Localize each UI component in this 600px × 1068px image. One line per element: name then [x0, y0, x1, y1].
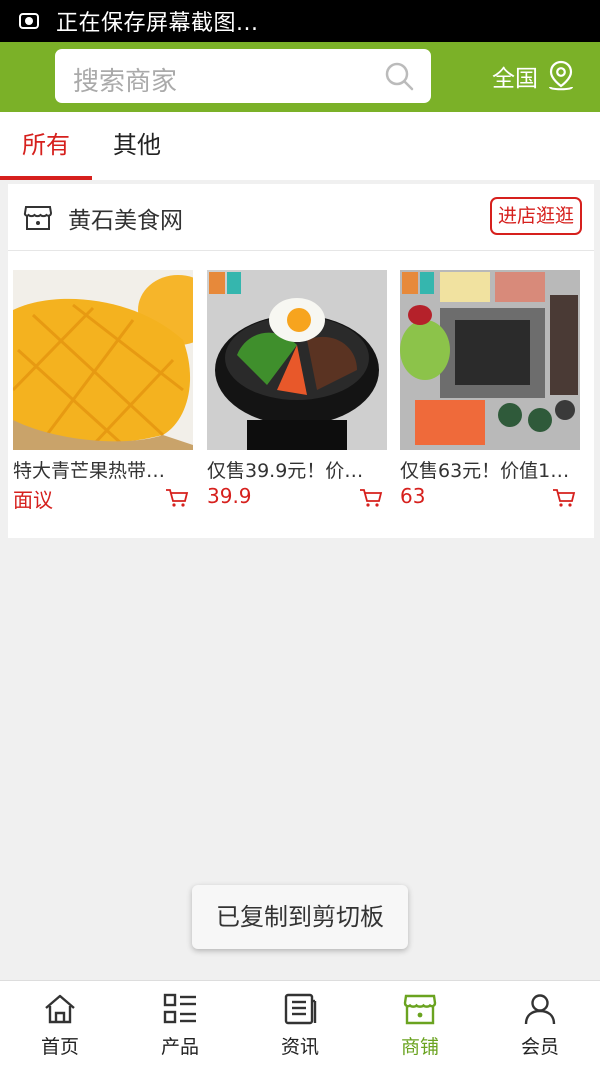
product-price: 39.9 [207, 484, 252, 508]
cart-icon[interactable] [165, 488, 189, 508]
list-icon [163, 993, 196, 1024]
category-tabs: 所有 其他 [0, 112, 600, 180]
product-price: 面议 [13, 488, 53, 512]
header-bar: 搜索商家 全国 [0, 42, 600, 112]
product-card[interactable]: 仅售39.9元！价… 39.9 [207, 270, 387, 520]
nav-shops[interactable]: 商铺 [360, 981, 480, 1068]
news-icon [284, 993, 317, 1025]
product-image-bibimbap[interactable] [207, 270, 387, 450]
product-title[interactable]: 仅售39.9元！价… [207, 456, 387, 483]
shop-icon [403, 994, 437, 1025]
product-card[interactable]: 特大青芒果热带… 面议 [13, 270, 193, 520]
product-image-mango[interactable] [13, 270, 193, 450]
search-placeholder: 搜索商家 [73, 67, 178, 97]
location-pin-icon [549, 60, 573, 91]
search-input[interactable]: 搜索商家 [55, 49, 431, 103]
region-label: 全国 [492, 66, 538, 92]
visit-store-button[interactable]: 进店逛逛 [489, 197, 582, 235]
tab-all[interactable]: 所有 [0, 112, 92, 180]
region-selector[interactable]: 全国 [492, 59, 576, 93]
screenshot-icon [19, 13, 39, 29]
cart-icon[interactable] [552, 488, 576, 508]
user-icon [524, 994, 556, 1025]
storefront-icon [23, 206, 53, 230]
nav-shops-label: 商铺 [400, 1036, 439, 1058]
toast-message: 已复制到剪切板 [192, 885, 408, 949]
nav-home-label: 首页 [40, 1036, 79, 1058]
status-text: 正在保存屏幕截图... [56, 11, 259, 36]
home-icon [45, 994, 75, 1024]
product-image-bbq[interactable] [400, 270, 580, 450]
product-list: 特大青芒果热带… 面议 仅售39.9元！价… 39.9 仅售63元！价值1… 6… [8, 270, 594, 520]
nav-products[interactable]: 产品 [120, 981, 240, 1068]
nav-news-label: 资讯 [280, 1036, 319, 1058]
nav-products-label: 产品 [160, 1036, 199, 1058]
nav-home[interactable]: 首页 [0, 981, 120, 1068]
nav-member[interactable]: 会员 [480, 981, 600, 1068]
nav-member-label: 会员 [520, 1036, 559, 1058]
tab-other[interactable]: 其他 [92, 112, 182, 180]
store-card: 黄石美食网 进店逛逛 特大青芒果热带… 面议 仅售39.9元！价… 39.9 仅… [8, 184, 594, 538]
product-title[interactable]: 仅售63元！价值1… [400, 456, 580, 483]
store-header: 黄石美食网 进店逛逛 [8, 184, 594, 251]
product-price: 63 [400, 484, 426, 508]
cart-icon[interactable] [359, 488, 383, 508]
product-title[interactable]: 特大青芒果热带… [13, 456, 193, 483]
store-name[interactable]: 黄石美食网 [68, 201, 183, 235]
bottom-nav: 首页 产品 资讯 商铺 会员 [0, 980, 600, 1068]
nav-news[interactable]: 资讯 [240, 981, 360, 1068]
product-card[interactable]: 仅售63元！价值1… 63 [400, 270, 580, 520]
search-icon[interactable] [383, 60, 415, 92]
status-bar: 正在保存屏幕截图... [0, 0, 600, 42]
